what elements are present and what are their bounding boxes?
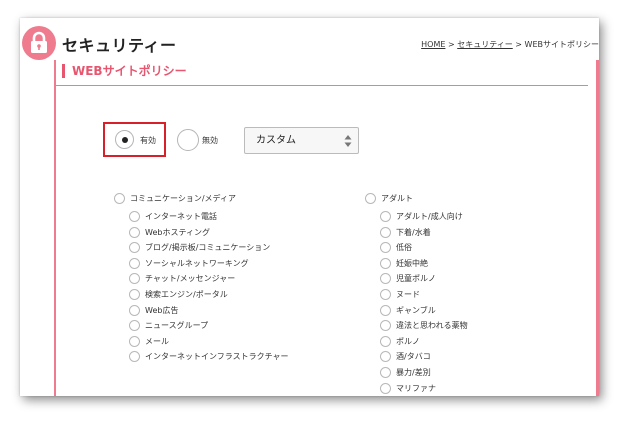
mode-select-value: カスタム: [256, 135, 296, 146]
app-window: セキュリティー HOME > セキュリティー > WEBサイトポリシー WEBサ…: [20, 18, 599, 396]
subcategory-radio[interactable]: [129, 211, 140, 222]
subcategory-label: ヌード: [396, 290, 420, 299]
subcategory-label: 下着/水着: [396, 227, 431, 237]
lock-icon: [22, 26, 56, 60]
subcategory-label: ギャンブル: [396, 305, 436, 315]
subcategory-radio[interactable]: [380, 320, 391, 332]
disabled-radio[interactable]: [177, 129, 199, 151]
enabled-label: 有効: [140, 136, 156, 145]
subcategory-label: Web広告: [145, 305, 179, 315]
subcategory-radio[interactable]: [129, 257, 140, 269]
subcategory-label: ニュースグループ: [145, 321, 209, 331]
subcategory-radio[interactable]: [380, 273, 391, 285]
breadcrumb-separator: >: [445, 40, 458, 49]
highlight-annotation: [103, 122, 166, 157]
category-radio[interactable]: [114, 193, 125, 204]
subcategory-label: 違法と思われる薬物: [396, 321, 468, 331]
subcategory-label: メール: [145, 336, 169, 346]
subcategory-radio[interactable]: [129, 273, 140, 285]
subcategory-label: ポルノ: [396, 336, 420, 346]
breadcrumb-separator: >: [512, 40, 525, 49]
subcategory-radio[interactable]: [129, 320, 140, 332]
breadcrumb-security-link[interactable]: セキュリティー: [457, 40, 513, 49]
breadcrumb-current: WEBサイトポリシー: [524, 40, 599, 49]
section-divider: [56, 85, 588, 86]
subcategory-label: ブログ/掲示板/コミュニケーション: [145, 243, 271, 253]
category-radio[interactable]: [365, 193, 376, 204]
subcategory-label: 暴力/差別: [396, 368, 431, 377]
subcategory-label: 検索エンジン/ポータル: [145, 290, 228, 299]
subcategory-label: 児童ポルノ: [396, 274, 436, 284]
subcategory-label: マリファナ: [396, 383, 436, 393]
subcategory-radio[interactable]: [129, 304, 140, 316]
section-title: WEBサイトポリシー: [62, 64, 187, 78]
subcategory-radio[interactable]: [129, 226, 140, 238]
subcategory-radio[interactable]: [380, 335, 391, 347]
disabled-label: 無効: [202, 136, 218, 145]
subcategory-label: アダルト/成人向け: [396, 212, 463, 221]
subcategory-radio[interactable]: [380, 304, 391, 316]
subcategory-radio[interactable]: [380, 211, 391, 222]
content-border-right: [596, 60, 599, 396]
subcategory-label: インターネット電話: [145, 212, 217, 221]
select-arrows-icon: [344, 135, 352, 147]
page-title: セキュリティー: [62, 36, 177, 55]
mode-select[interactable]: カスタム: [244, 127, 359, 154]
subcategory-radio[interactable]: [380, 382, 391, 394]
subcategory-radio[interactable]: [129, 351, 140, 363]
subcategory-label: 低俗: [396, 243, 412, 253]
subcategory-radio[interactable]: [129, 242, 140, 254]
subcategory-label: 妊娠中絶: [396, 258, 428, 268]
subcategory-radio[interactable]: [380, 367, 391, 378]
subcategory-radio[interactable]: [380, 289, 391, 300]
breadcrumb: HOME > セキュリティー > WEBサイトポリシー: [421, 39, 599, 50]
subcategory-label: 酒/タバコ: [396, 352, 431, 362]
subcategory-label: ソーシャルネットワーキング: [145, 258, 249, 268]
enabled-radio[interactable]: [115, 130, 134, 149]
subcategory-label: チャット/メッセンジャー: [145, 274, 236, 284]
radio-selected-dot: [122, 137, 128, 143]
subcategory-radio[interactable]: [380, 351, 391, 363]
subcategory-radio[interactable]: [380, 226, 391, 238]
subcategory-radio[interactable]: [129, 335, 140, 347]
subcategory-label: Webホスティング: [145, 227, 210, 237]
breadcrumb-home-link[interactable]: HOME: [421, 40, 445, 49]
subcategory-radio[interactable]: [380, 242, 391, 254]
subcategory-radio[interactable]: [129, 289, 140, 300]
subcategory-radio[interactable]: [380, 257, 391, 269]
content-border-left: [54, 60, 56, 396]
subcategory-label: インターネットインフラストラクチャー: [145, 352, 289, 362]
